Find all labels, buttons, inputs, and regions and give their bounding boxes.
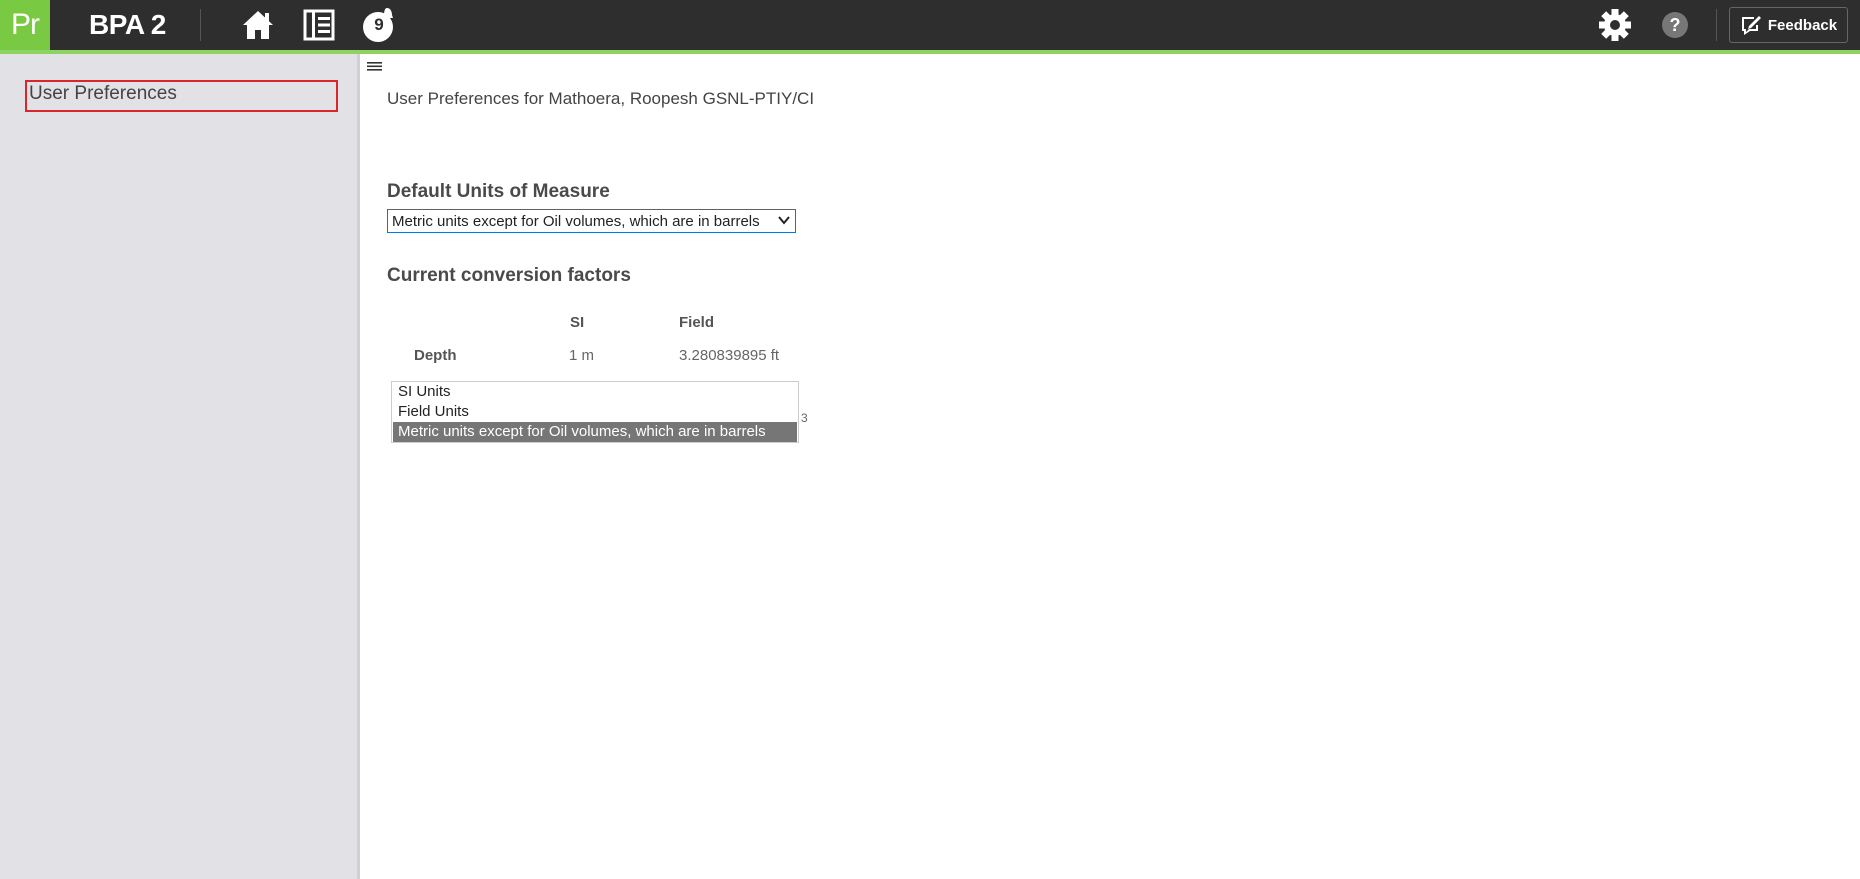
top-navigation-bar: Pr BPA 2 9 ? Feedback <box>0 0 1860 50</box>
dropdown-option-metric-oil-barrels[interactable]: Metric units except for Oil volumes, whi… <box>393 422 797 442</box>
column-header-si: SI <box>570 314 585 331</box>
svg-text:?: ? <box>1670 15 1681 35</box>
help-icon: ? <box>1662 12 1688 38</box>
cell-depth-si: 1 m <box>569 347 595 364</box>
home-icon <box>243 11 273 39</box>
list-icon <box>303 9 335 41</box>
gear-icon <box>1599 9 1631 41</box>
partially-hidden-value: 3 <box>801 411 808 425</box>
app-title[interactable]: BPA 2 <box>89 9 166 41</box>
feedback-icon <box>1741 16 1761 35</box>
feedback-button[interactable]: Feedback <box>1729 7 1848 43</box>
divider <box>1716 9 1717 41</box>
dropdown-option-field-units[interactable]: Field Units <box>393 402 797 422</box>
notification-count: 9 <box>374 15 384 34</box>
chevron-down-icon <box>778 216 790 225</box>
sidebar-item-label: User Preferences <box>29 83 177 104</box>
sidebar-toggle-button[interactable] <box>366 58 384 74</box>
units-select[interactable]: Metric units except for Oil volumes, whi… <box>387 209 796 233</box>
conversion-factors-heading: Current conversion factors <box>387 265 631 286</box>
page-title: User Preferences for Mathoera, Roopesh G… <box>387 89 815 108</box>
home-button[interactable] <box>239 6 277 44</box>
row-label-depth: Depth <box>414 347 457 364</box>
list-button[interactable] <box>300 6 338 44</box>
feedback-label: Feedback <box>1767 16 1838 34</box>
hamburger-icon <box>367 62 382 71</box>
default-units-heading: Default Units of Measure <box>387 181 610 202</box>
app-logo[interactable]: Pr <box>0 0 50 50</box>
notifications-button[interactable]: 9 <box>359 6 397 44</box>
dropdown-option-si-units[interactable]: SI Units <box>393 382 797 402</box>
column-header-field: Field <box>679 314 715 331</box>
settings-button[interactable] <box>1596 6 1634 44</box>
cell-depth-field: 3.280839895 ft <box>679 347 780 364</box>
units-select-value: Metric units except for Oil volumes, whi… <box>392 212 760 230</box>
sidebar: User Preferences <box>0 54 360 879</box>
divider <box>200 9 201 41</box>
help-button[interactable]: ? <box>1656 6 1694 44</box>
sidebar-item-user-preferences[interactable]: User Preferences <box>25 80 338 112</box>
units-dropdown-list[interactable]: SI Units Field Units Metric units except… <box>391 381 799 443</box>
